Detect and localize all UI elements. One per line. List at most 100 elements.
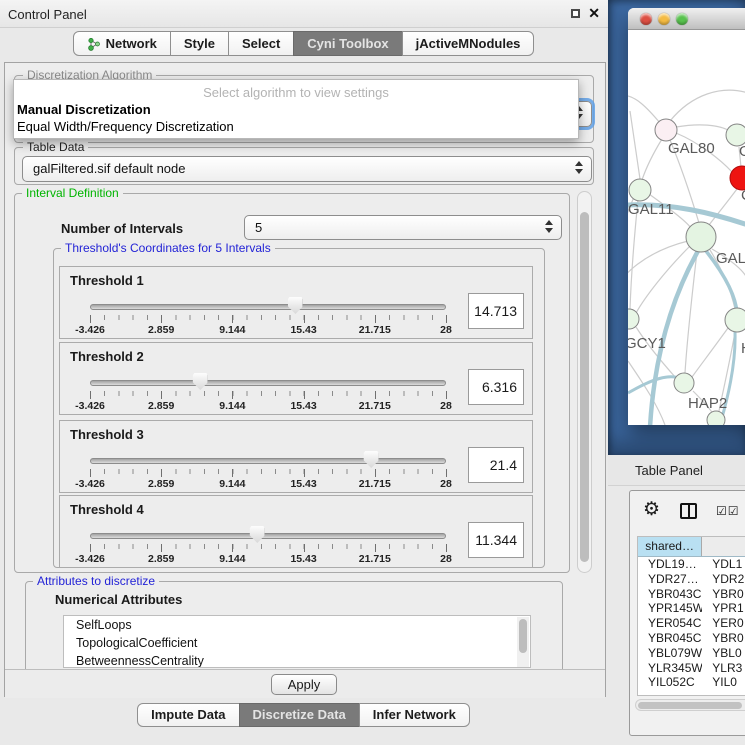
scrollbar-thumb[interactable]: [519, 619, 527, 653]
select-columns-icon[interactable]: ☑☑: [716, 504, 740, 518]
dropdown-option-equal-width[interactable]: Equal Width/Frequency Discretization: [14, 119, 578, 134]
list-scrollbar[interactable]: [517, 617, 529, 668]
control-panel-titlebar: Control Panel ✕: [0, 0, 608, 28]
column-header-shared-name[interactable]: shared…: [638, 537, 702, 556]
node-h[interactable]: [725, 308, 745, 332]
node-label: H: [741, 340, 745, 357]
node-label: GAL80: [668, 140, 715, 157]
slider-track[interactable]: [90, 380, 446, 386]
slider-thumb[interactable]: [250, 526, 265, 543]
table-row[interactable]: YER054CYER0: [638, 616, 745, 631]
combo-stepper-icon: [575, 161, 583, 174]
table-header-row: shared… n: [638, 537, 745, 557]
split-columns-icon[interactable]: [680, 503, 697, 519]
tab-infer-network[interactable]: Infer Network: [359, 703, 470, 727]
apply-button[interactable]: Apply: [271, 674, 337, 695]
table-row[interactable]: YPR145WYPR1: [638, 601, 745, 616]
network-graph: GAL80 G C GAL11 GAL4 GCY1 H HAP2: [628, 31, 745, 425]
table-panel-titlebar: Table Panel: [608, 455, 745, 486]
threshold-4-value-field[interactable]: 11.344: [468, 522, 524, 558]
node-label: GAL4: [716, 250, 745, 267]
threshold-2-value-field[interactable]: 6.316: [468, 369, 524, 405]
cyni-toolbox-content: Discretization Algorithm Select algorith…: [4, 62, 606, 697]
node-gal4[interactable]: [686, 222, 716, 252]
node-hap2[interactable]: [674, 373, 694, 393]
network-canvas[interactable]: GAL80 G C GAL11 GAL4 GCY1 H HAP2: [628, 31, 745, 425]
tab-select[interactable]: Select: [228, 31, 294, 56]
number-of-intervals-combobox[interactable]: 5: [244, 215, 562, 240]
tab-jactivemnodules[interactable]: jActiveMNodules: [402, 31, 535, 56]
group-title: Threshold's Coordinates for 5 Intervals: [61, 241, 275, 255]
group-title: Attributes to discretize: [33, 574, 159, 588]
table-row[interactable]: YLR345WYLR3: [638, 661, 745, 676]
gear-icon[interactable]: ⚙: [643, 500, 660, 519]
zoom-traffic-light-icon[interactable]: [676, 13, 688, 25]
bottom-tab-bar: Impute Data Discretize Data Infer Networ…: [0, 703, 608, 727]
network-window-titlebar[interactable]: [628, 8, 745, 30]
threshold-3-value-field[interactable]: 21.4: [468, 447, 524, 483]
list-item[interactable]: SelfLoops: [64, 616, 530, 634]
node-gcy1[interactable]: [628, 309, 639, 329]
node-gal11[interactable]: [629, 179, 651, 201]
node-label: HAP2: [688, 395, 727, 412]
threshold-1-value-field[interactable]: 14.713: [468, 293, 524, 329]
tab-network[interactable]: Network: [73, 31, 171, 56]
table-row[interactable]: YBR045CYBR0: [638, 631, 745, 646]
list-item[interactable]: BetweennessCentrality: [64, 652, 530, 668]
threshold-1-card: Threshold 1 -3.426 2.859 9.144 15.43 21.…: [59, 266, 533, 339]
tab-discretize-data[interactable]: Discretize Data: [239, 703, 360, 727]
tab-cyni-toolbox[interactable]: Cyni Toolbox: [293, 31, 402, 56]
scrollbar-thumb[interactable]: [638, 702, 742, 709]
table-row[interactable]: YDR27…YDR2: [638, 572, 745, 587]
threshold-4-card: Threshold 4 -3.426 2.859 9.144 15.43 21.…: [59, 495, 533, 568]
slider-track[interactable]: [90, 304, 446, 310]
slider-thumb[interactable]: [364, 451, 379, 468]
table-panel: ⚙ ☑☑ shared… n YDL19…YDL1 YDR27…YDR2 YBR…: [629, 490, 745, 736]
numerical-attributes-label: Numerical Attributes: [55, 592, 182, 607]
tab-style[interactable]: Style: [170, 31, 229, 56]
slider-track[interactable]: [90, 533, 446, 539]
network-icon: [87, 37, 101, 51]
node-gal80[interactable]: [655, 119, 677, 141]
close-icon[interactable]: ✕: [588, 5, 600, 22]
node-label: GAL11: [628, 201, 674, 218]
slider-thumb[interactable]: [193, 373, 208, 390]
scrollbar-thumb[interactable]: [580, 212, 589, 562]
node-label: GCY1: [628, 335, 666, 352]
slider-track[interactable]: [90, 458, 446, 464]
dropdown-option-manual[interactable]: Manual Discretization: [14, 102, 578, 117]
table-panel-title: Table Panel: [635, 463, 703, 478]
node-partial-bottom[interactable]: [707, 411, 725, 425]
app-root: Control Panel ✕ Network Style Select Cyn…: [0, 0, 745, 745]
right-panel: GAL80 G C GAL11 GAL4 GCY1 H HAP2 Table P…: [608, 0, 745, 745]
node-label: C: [741, 187, 745, 204]
tab-label: Network: [106, 32, 157, 55]
numerical-attributes-list[interactable]: SelfLoops TopologicalCoefficient Between…: [63, 615, 531, 668]
network-window[interactable]: GAL80 G C GAL11 GAL4 GCY1 H HAP2: [628, 8, 745, 425]
table-toolbar: ⚙ ☑☑: [630, 491, 745, 536]
list-item[interactable]: TopologicalCoefficient: [64, 634, 530, 652]
threshold-2-card: Threshold 2 -3.426 2.859 9.144 15.43 21.…: [59, 342, 533, 415]
tab-impute-data[interactable]: Impute Data: [137, 703, 239, 727]
table-row[interactable]: YBR043CYBR0: [638, 587, 745, 602]
minimize-traffic-light-icon[interactable]: [658, 13, 670, 25]
slider-thumb[interactable]: [288, 297, 303, 314]
number-of-intervals-label: Number of Intervals: [61, 221, 183, 236]
node-table[interactable]: shared… n YDL19…YDL1 YDR27…YDR2 YBR043CY…: [637, 536, 745, 696]
combo-stepper-icon: [545, 220, 553, 233]
interval-scrollbar[interactable]: [577, 191, 592, 573]
dropdown-placeholder: Select algorithm to view settings: [14, 85, 578, 100]
group-title: Interval Definition: [22, 186, 123, 200]
table-row[interactable]: YBL079WYBL0: [638, 646, 745, 661]
table-horizontal-scrollbar[interactable]: [635, 699, 745, 711]
apply-bar: Apply: [5, 669, 605, 698]
column-header-name[interactable]: n: [702, 537, 745, 556]
table-row[interactable]: YDL19…YDL1: [638, 557, 745, 572]
network-view-background: GAL80 G C GAL11 GAL4 GCY1 H HAP2: [608, 0, 745, 455]
threshold-3-card: Threshold 3 -3.426 2.859 9.144 15.43 21.…: [59, 420, 533, 493]
table-data-combobox[interactable]: galFiltered.sif default node: [22, 156, 592, 182]
node-label: G: [739, 143, 745, 160]
close-traffic-light-icon[interactable]: [640, 13, 652, 25]
table-row[interactable]: YIL052CYIL0: [638, 675, 745, 690]
float-window-icon[interactable]: [571, 9, 580, 18]
